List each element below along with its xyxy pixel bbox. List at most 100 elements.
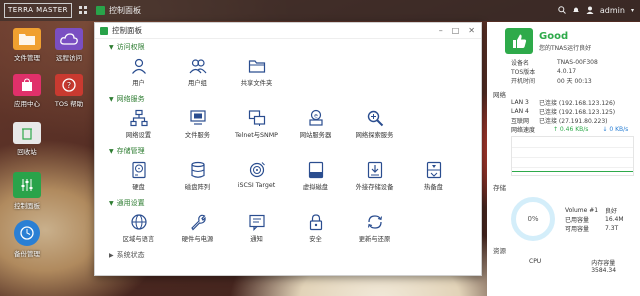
section-general-settings: ▼ 通用设置 区域与语言 硬件与电源 通知 安全 更新与还原 [95, 197, 481, 247]
network-settings-icon [128, 108, 150, 128]
item-hot-spare[interactable]: 热备盘 [404, 157, 463, 195]
internet-value: 已连接 (27.191.80.223) [539, 118, 608, 125]
collapse-arrow-icon: ▼ [109, 43, 114, 51]
used-capacity-value: 16.4M [605, 215, 624, 223]
security-icon [305, 212, 327, 232]
minimize-button[interactable]: – [439, 26, 443, 35]
item-external-storage[interactable]: 外接存储设备 [345, 157, 404, 195]
cpu-label: CPU [529, 258, 542, 265]
hard-disk-icon [128, 160, 150, 180]
item-hard-disk[interactable]: 硬盘 [109, 157, 168, 195]
item-notification[interactable]: 通知 [227, 209, 286, 247]
item-label: 虚拟磁盘 [302, 184, 329, 191]
network-speed-row: 网络速度 ↑ 0.46 KB/s ↓ 0 KB/s [487, 125, 640, 134]
update-restore-icon [364, 212, 386, 232]
item-user[interactable]: 用户 [109, 53, 168, 91]
bell-icon[interactable] [572, 6, 580, 16]
used-capacity-label: 已用容量 [565, 216, 590, 224]
svg-text:e: e [314, 112, 318, 119]
item-hardware-power[interactable]: 硬件与电源 [168, 209, 227, 247]
desktop-icon-recycle-bin[interactable]: 回收站 [6, 122, 48, 156]
resource-section-title: 资源 [493, 247, 506, 255]
upload-speed: ↑ 0.46 KB/s [553, 126, 589, 133]
tos-version-value: 4.0.17 [557, 68, 577, 75]
item-network-settings[interactable]: 网络设置 [109, 105, 168, 143]
desktop-icon-remote-access[interactable]: 远程访问 [48, 28, 90, 62]
item-file-service[interactable]: 文件服务 [168, 105, 227, 143]
collapse-arrow-icon: ▼ [109, 199, 114, 207]
backup-clock-icon [14, 220, 40, 246]
active-app-label[interactable]: 控制面板 [109, 5, 141, 16]
item-virtual-disk[interactable]: 虚拟磁盘 [286, 157, 345, 195]
desktop-icon-file-manager[interactable]: 文件管理 [6, 28, 48, 62]
item-security[interactable]: 安全 [286, 209, 345, 247]
section-header[interactable]: ▼ 访问权限 [109, 41, 481, 53]
desktop-icon-label: 回收站 [17, 148, 37, 156]
user-avatar-icon[interactable] [586, 6, 594, 16]
section-title: 存储管理 [116, 147, 145, 155]
iscsi-target-icon [246, 160, 268, 180]
desktop-icon-control-panel[interactable]: 控制面板 [6, 172, 48, 210]
system-status-panel: Good 您的TNAS运行良好 设备名 TNAS-00F308 TOS版本 4.0.… [487, 22, 640, 296]
item-label: 磁盘阵列 [184, 184, 211, 191]
section-header[interactable]: ▼ 通用设置 [109, 197, 481, 209]
item-iscsi-target[interactable]: iSCSI Target [227, 157, 286, 195]
lan4-label: LAN 4 [511, 108, 529, 115]
storage-usage-donut: 0% [511, 197, 555, 241]
expand-arrow-icon: ▶ [109, 251, 114, 259]
lan4-row: LAN 4 已连接 (192.168.123.125) [487, 107, 640, 116]
section-title: 通用设置 [116, 199, 145, 207]
external-storage-icon [364, 160, 386, 180]
control-panel-task-icon[interactable] [95, 5, 106, 16]
uptime-label: 开机时间 [511, 78, 536, 85]
close-button[interactable]: ✕ [468, 26, 475, 35]
item-label: 网站服务器 [299, 132, 332, 139]
item-user-group[interactable]: 用户组 [168, 53, 227, 91]
maximize-button[interactable]: □ [452, 26, 460, 35]
window-title-bar[interactable]: 控制面板 – □ ✕ [95, 23, 481, 39]
item-disk-array[interactable]: 磁盘阵列 [168, 157, 227, 195]
internet-row: 互联网 已连接 (27.191.80.223) [487, 116, 640, 125]
item-update-restore[interactable]: 更新与还原 [345, 209, 404, 247]
item-web-server[interactable]: e 网站服务器 [286, 105, 345, 143]
item-shared-folder[interactable]: 共享文件夹 [227, 53, 286, 91]
item-region-language[interactable]: 区域与语言 [109, 209, 168, 247]
section-header[interactable]: ▼ 网络服务 [109, 93, 481, 105]
search-icon[interactable] [558, 5, 566, 16]
telnet-snmp-icon [246, 108, 268, 128]
section-access-rights: ▼ 访问权限 用户 用户组 共享文件夹 [95, 41, 481, 91]
tos-version-row: TOS版本 4.0.17 [487, 67, 640, 76]
shared-folder-icon [246, 56, 268, 76]
section-header[interactable]: ▶ 系统状态 [109, 249, 481, 261]
chart-gridline [512, 147, 633, 148]
collapse-arrow-icon: ▼ [109, 147, 114, 155]
item-network-discovery[interactable]: 网络探索服务 [345, 105, 404, 143]
user-name[interactable]: admin [600, 6, 625, 15]
hot-spare-icon [423, 160, 445, 180]
network-speed-label: 网络速度 [511, 127, 536, 134]
free-capacity-label: 可用容量 [565, 225, 590, 233]
lan3-value: 已连接 (192.168.123.126) [539, 100, 616, 107]
desktop-icon-tos-help[interactable]: ? TOS 帮助 [48, 74, 90, 108]
item-label: 更新与还原 [358, 236, 391, 243]
section-network-services: ▼ 网络服务 网络设置 文件服务 Telnet与SNMP e 网站服务器 网络探索服… [95, 93, 481, 143]
grid-menu-icon[interactable] [78, 5, 89, 16]
desktop-icon-backup[interactable]: 备份管理 [6, 220, 48, 258]
item-label: 硬盘 [132, 184, 145, 191]
item-label: 文件服务 [184, 132, 211, 139]
section-header[interactable]: ▼ 存储管理 [109, 145, 481, 157]
item-telnet-snmp[interactable]: Telnet与SNMP [227, 105, 286, 143]
notification-icon [246, 212, 268, 232]
virtual-disk-icon [305, 160, 327, 180]
download-speed: ↓ 0 KB/s [602, 126, 629, 133]
help-icon: ? [55, 74, 83, 96]
desktop-icon-label: 备份管理 [14, 250, 40, 258]
desktop-icon-app-center[interactable]: 应用中心 [6, 74, 48, 108]
storage-summary: 0% Volume #1 良好 已用容量 16.4M 可用容量 7.3T [487, 197, 640, 241]
network-speed-chart [511, 136, 634, 176]
trash-icon [13, 122, 41, 144]
window-title: 控制面板 [112, 26, 142, 35]
desktop-icon-label: 应用中心 [14, 100, 40, 108]
chevron-down-icon[interactable]: ▾ [631, 7, 634, 14]
thumbs-up-icon [505, 28, 533, 54]
